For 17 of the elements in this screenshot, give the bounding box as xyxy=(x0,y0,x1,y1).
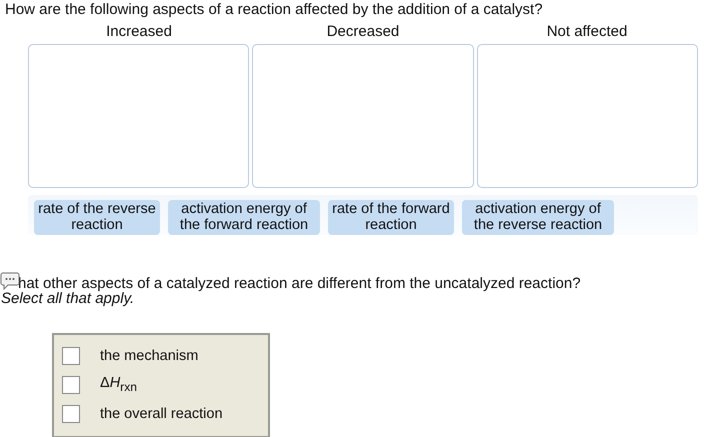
answer-chip[interactable]: activation energy of the reverse reaction xyxy=(462,200,614,235)
instruction-text: Select all that apply. xyxy=(1,290,134,307)
comment-icon[interactable] xyxy=(0,272,20,290)
option-label: the mechanism xyxy=(100,348,198,364)
checkbox[interactable] xyxy=(62,346,80,364)
checkbox[interactable] xyxy=(62,404,80,422)
column-heading: Increased xyxy=(106,23,172,40)
checkbox[interactable] xyxy=(62,376,80,394)
answer-chip[interactable]: activation energy of the forward reaction xyxy=(168,200,320,235)
answer-chip[interactable]: rate of the reverse reaction xyxy=(34,200,160,235)
column-heading: Decreased xyxy=(326,23,400,40)
option-label: ΔH$_{rxn}$ xyxy=(100,375,137,394)
question-text: hat other aspects of a catalyzed reaction are different from the uncatalyzed reaction? xyxy=(18,275,581,292)
question-text: How are the following aspects of a reaction affected by the addition of a catalyst? xyxy=(5,1,543,18)
column-heading: Not affected xyxy=(546,23,628,40)
answer-chip[interactable]: rate of the forward reaction xyxy=(328,200,454,235)
option-label: the overall reaction xyxy=(100,406,223,422)
